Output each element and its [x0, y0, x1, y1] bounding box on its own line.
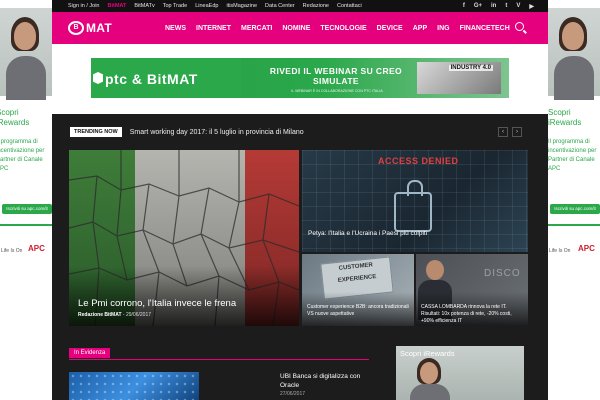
- trending-next-button[interactable]: ›: [512, 127, 522, 137]
- in-evidenza-label: In Evidenza: [69, 348, 111, 358]
- banner-industry-image: INDUSTRY 4.0: [417, 62, 501, 94]
- trending-tag: TRENDING NOW: [70, 127, 122, 137]
- access-denied-label: ACCESS DENIED: [378, 156, 459, 166]
- evidenza-title[interactable]: UBI Banca si digitalizza con Oracle: [280, 372, 380, 390]
- youtube-icon[interactable]: ▶: [529, 3, 534, 10]
- top-link-contattaci[interactable]: Contattaci: [337, 3, 362, 9]
- evidenza-date: 27/06/2017: [280, 391, 306, 397]
- skin-description: Il programma di incentivazione per Partn…: [548, 139, 597, 172]
- hero-main-article[interactable]: Le Pmi corrono, l'Italia invece le frena…: [69, 150, 299, 326]
- ad-person-head: [420, 362, 438, 384]
- hero-main-meta: Redazione BitMAT - 29/06/2017: [78, 312, 151, 318]
- nav-item-ing[interactable]: ING: [432, 25, 454, 32]
- ad-person-body: [410, 384, 450, 400]
- nav-item-internet[interactable]: INTERNET: [191, 25, 236, 32]
- hero-customer-article[interactable]: CUSTOMER EXPERIENCE Customer experience …: [302, 254, 414, 326]
- top-link-redazione[interactable]: Redazione: [303, 3, 329, 9]
- sidebar-ad-title: Scopri iRewards: [400, 349, 455, 358]
- skin-cta-button[interactable]: Iscriviti su apc.com/it: [2, 204, 52, 214]
- trending-prev-button[interactable]: ‹: [498, 127, 508, 137]
- search-icon[interactable]: [515, 22, 524, 31]
- skin-strapline: Life Is On: [549, 248, 571, 254]
- top-link-bitmat[interactable]: BitMAT: [108, 3, 127, 9]
- google-plus-icon[interactable]: G+: [474, 3, 482, 10]
- nav-item-mercati[interactable]: MERCATI: [236, 25, 277, 32]
- right-skin-ad[interactable]: Scopri iRewards Il programma di incentiv…: [548, 0, 600, 400]
- hero-main-date: 29/06/2017: [125, 312, 152, 318]
- evidenza-thumbnail[interactable]: [69, 372, 199, 400]
- person-head: [426, 260, 444, 280]
- trending-controls: ‹ ›: [498, 127, 522, 137]
- top-link-bitmatv[interactable]: BitMATv: [134, 3, 154, 9]
- nav-item-app[interactable]: APP: [408, 25, 432, 32]
- top-bar: Sign in / Join BitMAT BitMATv Top Trade …: [52, 0, 548, 12]
- social-links: f G+ in t V ▶: [463, 3, 548, 10]
- banner-brand: ptc & BitMAT: [105, 71, 198, 87]
- skin-divider: [548, 224, 600, 226]
- apc-logo: APC: [28, 244, 45, 253]
- linkedin-icon[interactable]: in: [491, 3, 496, 10]
- skin-photo: [548, 8, 600, 100]
- hero-security-article[interactable]: ACCESS DENIED Petya: l'Italia e l'Ucrain…: [302, 150, 528, 252]
- sidebar-rewards-ad[interactable]: Scopri iRewards: [396, 346, 524, 400]
- site-logo[interactable]: B MAT: [68, 21, 112, 35]
- facebook-icon[interactable]: f: [463, 3, 465, 10]
- logo-text: MAT: [86, 21, 113, 35]
- hero-main-title[interactable]: Le Pmi corrono, l'Italia invece le frena: [78, 298, 236, 309]
- hero-cassa-lombarda-article[interactable]: DISCO CASSA LOMBARDA rinnova la rete IT.…: [416, 254, 528, 326]
- top-link-itismagazine[interactable]: itisMagazine: [226, 3, 257, 9]
- nav-item-nomine[interactable]: NOMINE: [277, 25, 315, 32]
- top-link-top-trade[interactable]: Top Trade: [163, 3, 187, 9]
- twitter-icon[interactable]: t: [505, 3, 507, 10]
- digital-pattern: [69, 372, 199, 400]
- skin-strapline: Life Is On: [1, 248, 23, 254]
- top-link-data-center[interactable]: Data Center: [265, 3, 295, 9]
- lock-icon: [394, 180, 432, 232]
- top-links: Sign in / Join BitMAT BitMATv Top Trade …: [52, 3, 362, 9]
- trending-headline[interactable]: Smart working day 2017: il 5 luglio in p…: [130, 129, 304, 136]
- skin-cta-button[interactable]: Iscriviti su apc.com/it: [550, 204, 600, 214]
- nav-menu: NEWS INTERNET MERCATI NOMINE TECNOLOGIE …: [160, 12, 515, 44]
- logo-badge: B: [68, 21, 84, 35]
- in-evidenza-header: In Evidenza: [69, 348, 369, 360]
- ptc-logo-icon: [93, 72, 103, 84]
- skin-title: Scopri iRewards: [548, 108, 582, 127]
- banner-headline: RIVEDI IL WEBINAR SU CREO SIMULATE: [269, 66, 403, 86]
- webinar-banner[interactable]: ptc & BitMAT RIVEDI IL WEBINAR SU CREO S…: [91, 58, 509, 98]
- apc-logo: APC: [578, 244, 595, 253]
- nav-item-financetech[interactable]: FINANCETECH: [455, 25, 515, 32]
- skin-photo: [0, 8, 52, 100]
- skin-divider: [0, 224, 52, 226]
- sign-in-link[interactable]: Sign in / Join: [68, 3, 100, 9]
- industry-label: INDUSTRY 4.0: [448, 65, 493, 71]
- skin-description: Il programma di incentivazione per Partn…: [0, 139, 45, 172]
- trending-bar: TRENDING NOW Smart working day 2017: il …: [70, 127, 304, 137]
- nav-item-news[interactable]: NEWS: [160, 25, 191, 32]
- vimeo-icon[interactable]: V: [516, 3, 520, 10]
- disco-logo-text: DISCO: [484, 268, 521, 279]
- hero-main-author[interactable]: Redazione BitMAT: [78, 312, 122, 318]
- hero-security-title[interactable]: Petya: l'Italia e l'Ucraina i Paesi più …: [308, 230, 427, 237]
- banner-subline: IL WEBINAR È IN COLLABORAZIONE CON PTC I…: [291, 89, 383, 93]
- left-skin-ad[interactable]: Scopri iRewards Il programma di incentiv…: [0, 0, 52, 400]
- skin-title: Scopri iRewards: [0, 108, 30, 127]
- leaderboard-area: ptc & BitMAT RIVEDI IL WEBINAR SU CREO S…: [52, 44, 548, 114]
- main-nav: B MAT NEWS INTERNET MERCATI NOMINE TECNO…: [52, 12, 548, 44]
- nav-item-tecnologie[interactable]: TECNOLOGIE: [315, 25, 371, 32]
- main-content: TRENDING NOW Smart working day 2017: il …: [52, 114, 548, 400]
- hero-cassa-lombarda-title[interactable]: CASSA LOMBARDA rinnova la rete IT. Risul…: [421, 304, 525, 325]
- hero-customer-title[interactable]: Customer experience B2B: ancora tradizio…: [307, 304, 411, 318]
- nav-item-device[interactable]: DEVICE: [372, 25, 408, 32]
- top-link-lineaedp[interactable]: LineaEdp: [195, 3, 218, 9]
